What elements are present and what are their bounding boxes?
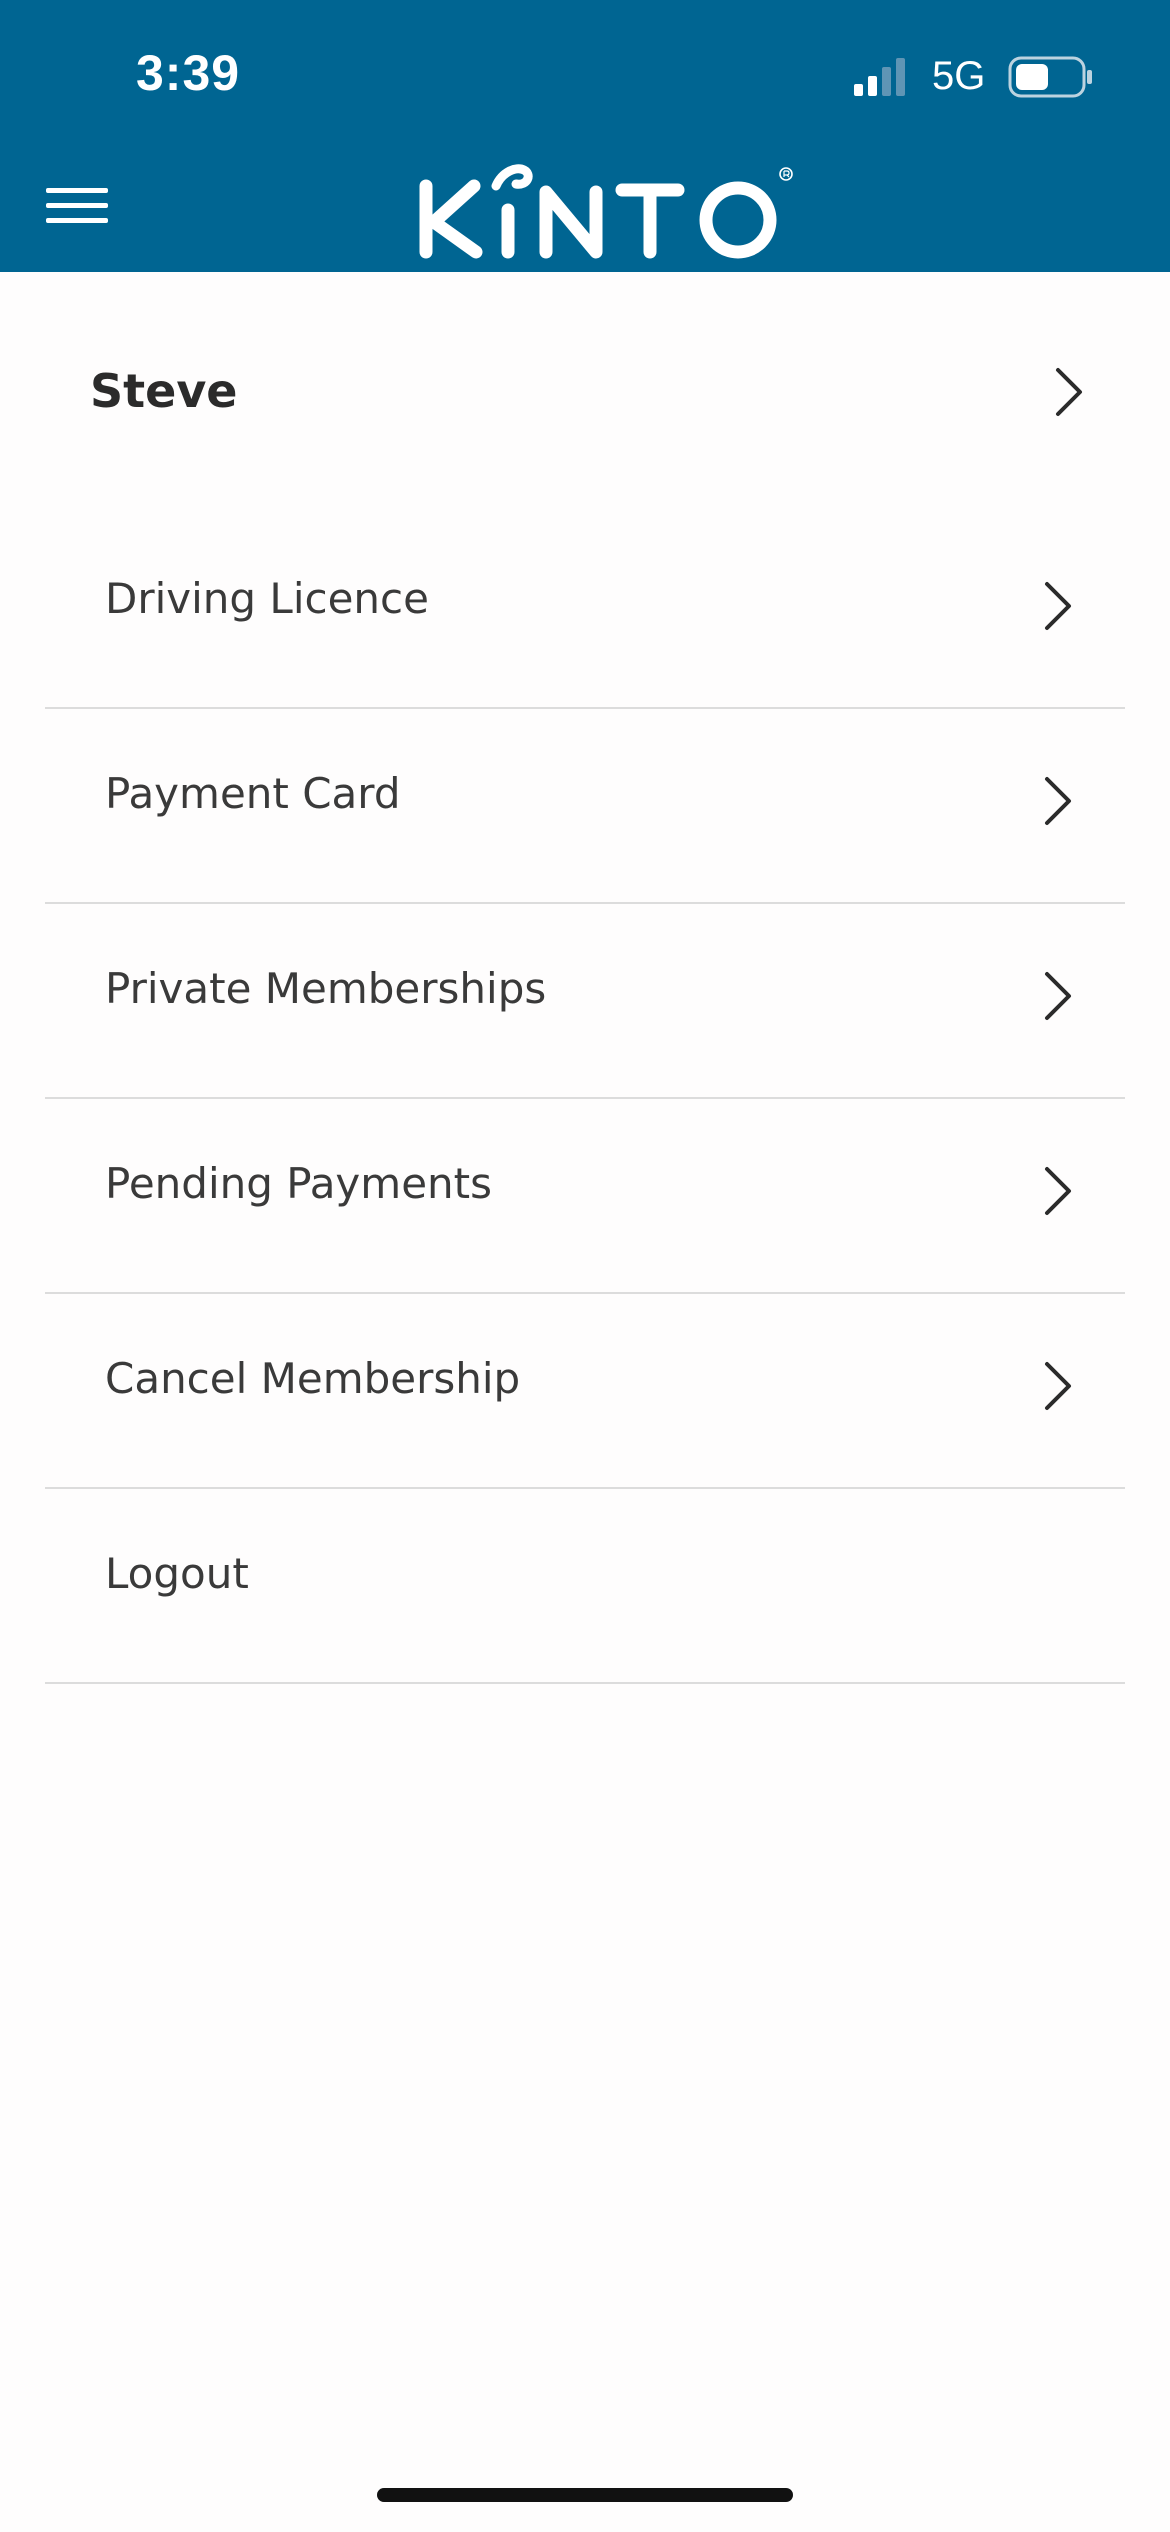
home-indicator[interactable] <box>377 2488 793 2502</box>
kinto-logo <box>419 164 793 259</box>
status-time: 3:39 <box>136 45 241 101</box>
chevron-right-icon <box>1045 777 1071 825</box>
menu-item-cancel-membership[interactable]: Cancel Membership <box>45 1294 1125 1489</box>
menu-item-driving-licence[interactable]: Driving Licence <box>45 514 1125 709</box>
menu-item-logout[interactable]: Logout <box>45 1489 1125 1684</box>
menu-item-label: Payment Card <box>105 769 401 818</box>
chevron-right-icon <box>1045 1167 1071 1215</box>
top-app-bar: 3:39 5G <box>0 0 1170 272</box>
menu-item-private-memberships[interactable]: Private Memberships <box>45 904 1125 1099</box>
chevron-right-icon <box>1045 972 1071 1020</box>
menu-item-label: Private Memberships <box>105 964 547 1013</box>
menu-item-payment-card[interactable]: Payment Card <box>45 709 1125 904</box>
profile-row[interactable]: Steve <box>0 272 1170 514</box>
cellular-signal-icon <box>854 58 905 96</box>
menu-item-pending-payments[interactable]: Pending Payments <box>45 1099 1125 1294</box>
battery-icon <box>1008 56 1092 98</box>
menu-item-label: Driving Licence <box>105 574 429 623</box>
profile-name: Steve <box>90 364 238 418</box>
menu-list: Driving Licence Payment Card Private Mem… <box>45 514 1125 1684</box>
menu-item-label: Cancel Membership <box>105 1354 521 1403</box>
chevron-right-icon <box>1045 1362 1071 1410</box>
chevron-right-icon <box>1045 582 1071 630</box>
hamburger-menu-icon[interactable] <box>46 186 110 226</box>
menu-item-label: Logout <box>105 1549 249 1598</box>
menu-item-label: Pending Payments <box>105 1159 493 1208</box>
network-type: 5G <box>932 54 986 98</box>
chevron-right-icon <box>1056 368 1082 416</box>
